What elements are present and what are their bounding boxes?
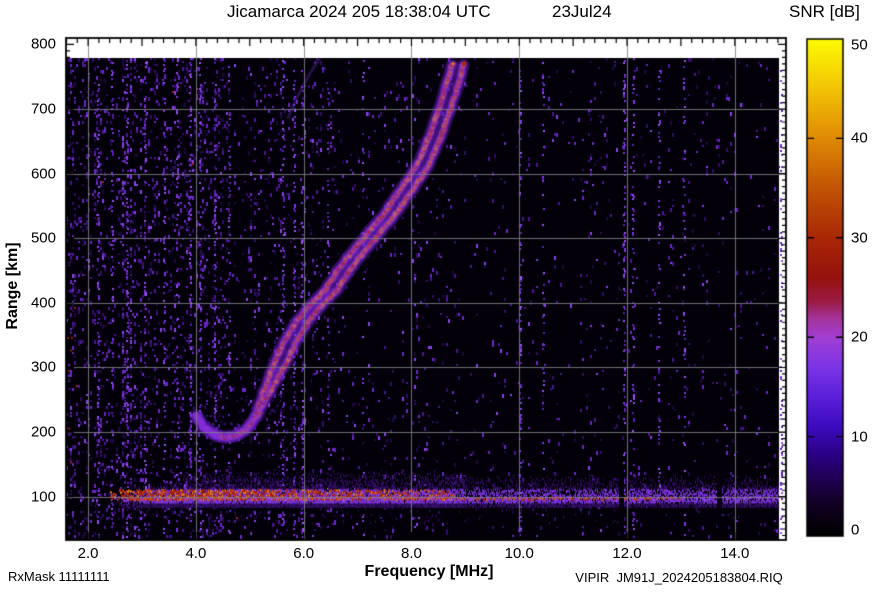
y-tick-label: 300 xyxy=(30,358,56,376)
x-tick-label: 2.0 xyxy=(77,545,99,562)
x-axis-label: Frequency [MHz] xyxy=(364,563,494,580)
colorbar-tick-label: 50 xyxy=(851,36,868,54)
y-tick-label: 500 xyxy=(30,229,56,247)
y-axis-label: Range [km] xyxy=(4,242,21,330)
y-tick-label: 100 xyxy=(30,488,56,506)
y-tick-label: 800 xyxy=(30,35,56,53)
y-tick-label: 700 xyxy=(30,100,56,118)
y-tick-label: 600 xyxy=(30,165,56,183)
date-label: 23Jul24 xyxy=(552,2,612,21)
colorbar-tick-label: 30 xyxy=(851,229,868,247)
colorbar-tick-label: 0 xyxy=(851,521,860,539)
colorbar-tick-label: 20 xyxy=(851,328,868,346)
x-tick-label: 10.0 xyxy=(504,545,534,562)
x-tick-label: 8.0 xyxy=(401,545,422,562)
x-tick-label: 12.0 xyxy=(612,545,642,562)
file-name-label: VIPIR JM91J_2024205183804.RIQ xyxy=(575,570,783,585)
x-tick-label: 14.0 xyxy=(720,545,750,562)
page-title: Jicamarca 2024 205 18:38:04 UTC xyxy=(227,2,491,21)
x-tick-label: 6.0 xyxy=(293,545,315,562)
colorbar-title: SNR [dB] xyxy=(789,2,860,21)
rx-mask-label: RxMask 11111111 xyxy=(8,569,110,584)
x-tick-label: 4.0 xyxy=(185,545,207,562)
ionogram-panel: Jicamarca 2024 205 18:38:04 UTC 23Jul24 … xyxy=(0,0,874,595)
y-tick-label: 200 xyxy=(30,423,56,441)
y-tick-label: 400 xyxy=(30,294,56,312)
colorbar-tick-label: 40 xyxy=(851,129,868,147)
colorbar-tick-label: 10 xyxy=(851,428,868,446)
ionogram-plot-canvas xyxy=(0,0,874,595)
